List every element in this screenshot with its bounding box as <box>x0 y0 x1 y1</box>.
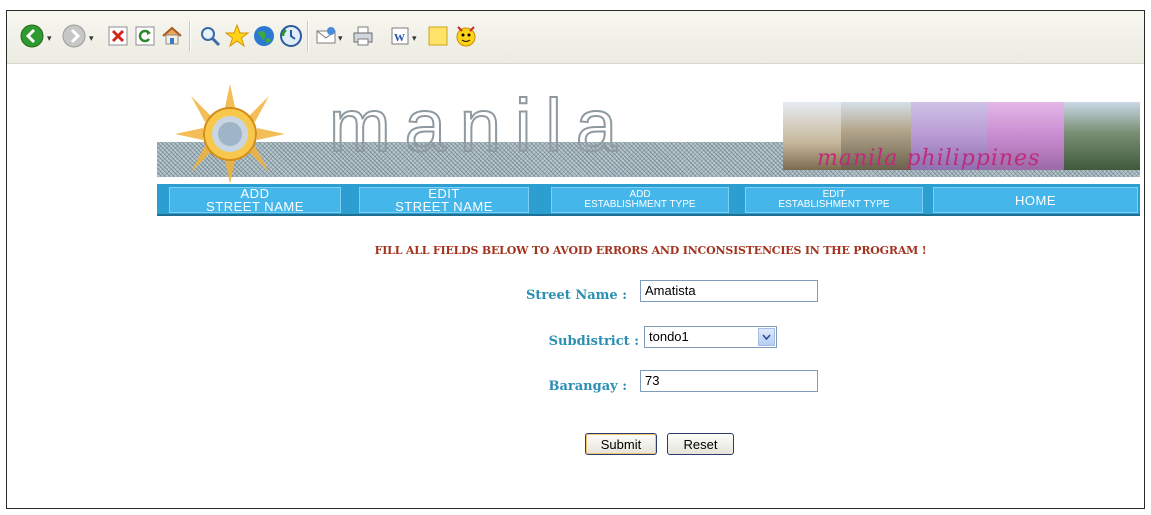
messenger-icon[interactable] <box>453 23 479 49</box>
back-dropdown-icon[interactable]: ▾ <box>47 33 52 44</box>
mail-dropdown-icon[interactable]: ▾ <box>338 33 343 44</box>
form-notice: FILL ALL FIELDS BELOW TO AVOID ERRORS AN… <box>374 244 927 257</box>
forward-icon[interactable] <box>61 23 87 49</box>
nav-home-label: HOME <box>1015 192 1056 208</box>
search-icon[interactable] <box>197 23 223 49</box>
mail-icon[interactable] <box>313 23 339 49</box>
main-nav: ADD STREET NAME EDIT STREET NAME ADD EST… <box>157 184 1140 216</box>
notes-icon[interactable] <box>425 23 451 49</box>
nav-add-establishment-type[interactable]: ADD ESTABLISHMENT TYPE <box>551 187 729 213</box>
svg-text:W: W <box>394 32 405 44</box>
print-icon[interactable] <box>350 23 376 49</box>
refresh-icon[interactable] <box>132 23 158 49</box>
back-icon[interactable] <box>19 23 45 49</box>
barangay-input[interactable]: 73 <box>640 370 818 392</box>
edit-dropdown-icon[interactable]: ▾ <box>412 33 417 44</box>
reset-button[interactable]: Reset <box>667 433 734 455</box>
chevron-down-icon[interactable] <box>758 328 775 346</box>
nav-label-line2: ESTABLISHMENT TYPE <box>584 199 696 210</box>
sun-logo-icon <box>175 84 285 184</box>
nav-label-line2: STREET NAME <box>395 199 493 214</box>
nav-add-street-name[interactable]: ADD STREET NAME <box>169 187 341 213</box>
nav-home[interactable]: HOME <box>933 187 1138 213</box>
park-image <box>1064 102 1140 170</box>
edit-word-icon[interactable]: W <box>387 23 413 49</box>
browser-window: ▾ ▾ ▾ W ▾ manila manila philippines ADD … <box>6 10 1145 509</box>
browser-toolbar: ▾ ▾ ▾ W ▾ <box>7 11 1144 64</box>
home-icon[interactable] <box>159 23 185 49</box>
street-name-input[interactable]: Amatista <box>640 280 818 302</box>
nav-label-line2: STREET NAME <box>206 199 304 214</box>
site-title: manila <box>328 84 631 167</box>
subdistrict-select[interactable]: tondo1 <box>644 326 777 348</box>
nav-label-line2: ESTABLISHMENT TYPE <box>778 199 890 210</box>
nav-edit-street-name[interactable]: EDIT STREET NAME <box>359 187 529 213</box>
street-name-label: Street Name : <box>526 288 627 303</box>
subdistrict-selected-value: tondo1 <box>649 329 689 344</box>
stop-icon[interactable] <box>105 23 131 49</box>
nav-edit-establishment-type[interactable]: EDIT ESTABLISHMENT TYPE <box>745 187 923 213</box>
favorites-icon[interactable] <box>224 23 250 49</box>
subdistrict-label: Subdistrict : <box>548 334 639 349</box>
media-icon[interactable] <box>251 23 277 49</box>
barangay-label: Barangay : <box>548 379 627 394</box>
history-icon[interactable] <box>278 23 304 49</box>
banner-subtitle: manila philippines <box>817 146 1041 171</box>
site-banner: manila manila philippines <box>157 76 1140 187</box>
forward-dropdown-icon[interactable]: ▾ <box>89 33 94 44</box>
submit-button[interactable]: Submit <box>585 433 657 455</box>
